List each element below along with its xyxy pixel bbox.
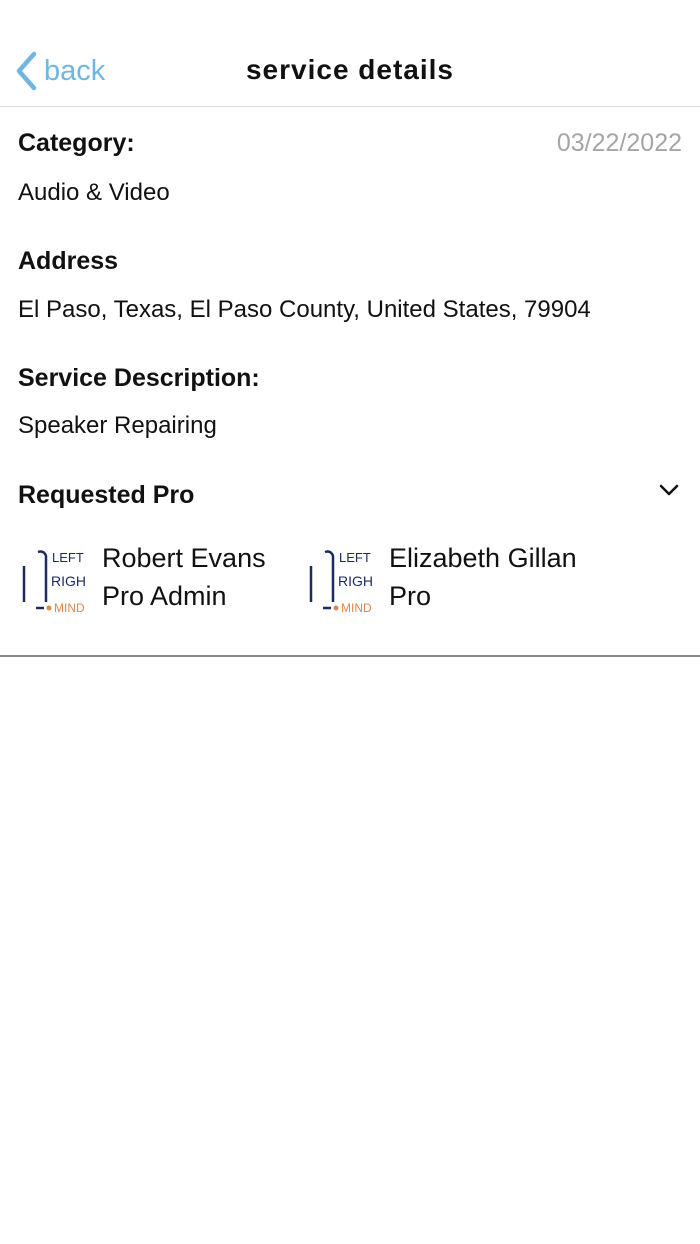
- address-label: Address: [18, 247, 119, 275]
- service-description-value: Speaker Repairing: [18, 412, 217, 439]
- logo-text-right: RIGHT: [51, 573, 86, 589]
- service-description-label: Service Description:: [18, 364, 260, 392]
- category-label: Category:: [18, 129, 135, 157]
- pro-card-robert-evans[interactable]: LEFT RIGHT MIND Robert Evans Pro Admin: [18, 540, 266, 616]
- navigation-bar: back service details: [0, 0, 700, 107]
- pro-card-elizabeth-gillan[interactable]: LEFT RIGHT MIND Elizabeth Gillan Pro: [305, 540, 577, 616]
- pro-name: Robert Evans: [102, 543, 266, 573]
- requested-pro-label: Requested Pro: [18, 481, 195, 509]
- service-date: 03/22/2022: [556, 129, 682, 157]
- service-details-screen: back service details Category: 03/22/202…: [0, 0, 700, 1244]
- section-divider: [0, 655, 700, 657]
- logo-text-mind: MIND: [341, 601, 372, 614]
- pro-role: Pro: [389, 580, 432, 611]
- logo-text-left: LEFT: [52, 550, 84, 565]
- logo-text-right: RIGHT: [338, 573, 373, 589]
- page-title: service details: [245, 54, 455, 85]
- category-value: Audio & Video: [18, 179, 170, 206]
- pro-info: Robert Evans Pro Admin: [102, 540, 266, 616]
- pro-info: Elizabeth Gillan Pro: [389, 540, 577, 616]
- chevron-down-icon[interactable]: [658, 482, 680, 498]
- address-value: El Paso, Texas, El Paso County, United S…: [18, 296, 591, 323]
- pro-name: Elizabeth Gillan: [389, 543, 577, 573]
- company-logo-avatar: LEFT RIGHT MIND: [309, 550, 373, 614]
- logo-text-left: LEFT: [339, 550, 371, 565]
- company-logo-avatar: LEFT RIGHT MIND: [22, 550, 86, 614]
- pro-role: Pro Admin: [102, 580, 227, 611]
- logo-text-mind: MIND: [54, 601, 85, 614]
